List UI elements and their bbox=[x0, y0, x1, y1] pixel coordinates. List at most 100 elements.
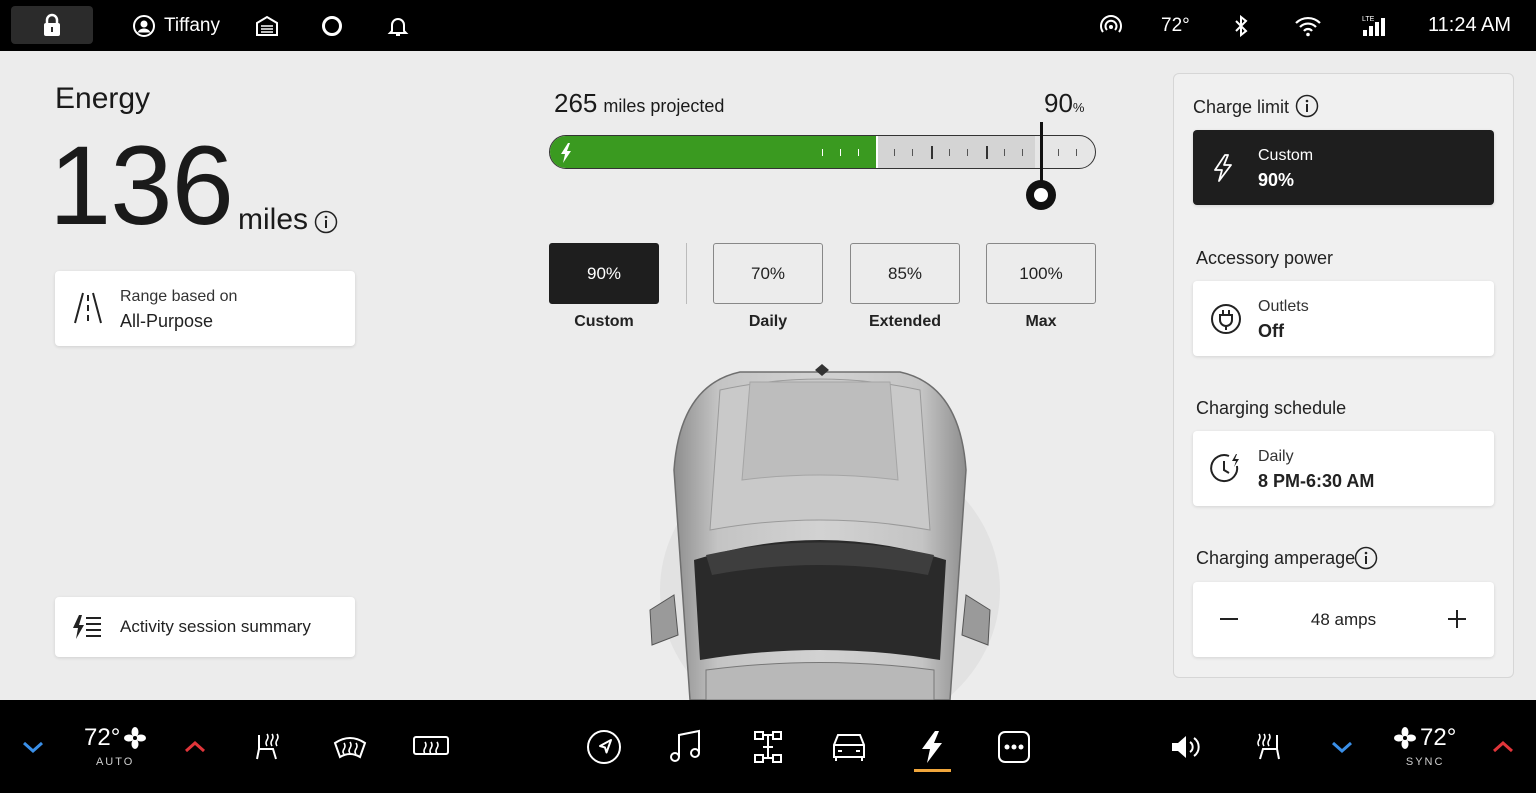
profile-name: Tiffany bbox=[164, 14, 220, 36]
info-icon bbox=[314, 210, 338, 234]
charge-limit-percent: 90% bbox=[1258, 170, 1295, 190]
wifi-icon bbox=[1295, 16, 1321, 36]
rear-defrost-button[interactable] bbox=[411, 700, 451, 793]
left-temp-down-button[interactable] bbox=[18, 700, 48, 793]
media-button[interactable] bbox=[666, 700, 706, 793]
defrost-rear-icon bbox=[413, 735, 449, 755]
road-icon bbox=[74, 292, 102, 324]
charge-level-fill bbox=[550, 136, 877, 168]
driver-seat-heat-button[interactable] bbox=[248, 700, 288, 793]
navigation-button[interactable] bbox=[584, 700, 624, 793]
charge-limit-handle-line[interactable] bbox=[1040, 122, 1043, 184]
preset-extended-button[interactable]: 85% bbox=[850, 243, 960, 304]
connectivity-icon bbox=[1100, 14, 1122, 33]
drive-modes-button[interactable] bbox=[748, 700, 788, 793]
preset-max-label: Max bbox=[1025, 313, 1057, 330]
info-icon[interactable] bbox=[1295, 94, 1319, 118]
fan-icon bbox=[1394, 727, 1416, 749]
preset-extended-label: Extended bbox=[868, 313, 941, 330]
range-mode-caption: Range based on bbox=[120, 288, 238, 305]
charge-limit-value: 90 bbox=[1044, 88, 1073, 118]
accessory-power-caption: Outlets bbox=[1258, 298, 1309, 315]
volume-icon bbox=[1172, 735, 1200, 758]
accessory-power-title: Accessory power bbox=[1196, 248, 1334, 268]
preset-max-button[interactable]: 100% bbox=[986, 243, 1096, 304]
bar-tick bbox=[986, 146, 988, 159]
alexa-icon bbox=[322, 15, 342, 36]
preset-divider bbox=[686, 243, 687, 304]
lte-label: LTE bbox=[1362, 16, 1375, 23]
energy-button[interactable] bbox=[912, 700, 952, 793]
climate-nav-bar: 72° AUTO 72° SYNC bbox=[0, 700, 1536, 793]
plus-icon[interactable] bbox=[1447, 609, 1467, 629]
wifi-status[interactable] bbox=[1294, 0, 1322, 51]
alexa-button[interactable] bbox=[320, 0, 344, 51]
lock-icon bbox=[44, 13, 60, 36]
vehicle-icon bbox=[833, 733, 865, 761]
preset-daily-button[interactable]: 70% bbox=[713, 243, 823, 304]
left-temp-up-button[interactable] bbox=[180, 700, 210, 793]
projected-range-label: miles projected bbox=[603, 96, 725, 116]
range-info-button[interactable] bbox=[314, 210, 338, 239]
preset-max-value: 100% bbox=[1019, 263, 1063, 283]
front-defrost-button[interactable] bbox=[330, 700, 370, 793]
accessory-power-card[interactable]: Outlets Off bbox=[1193, 281, 1494, 356]
activity-icon bbox=[73, 615, 101, 639]
signal-icon: LTE bbox=[1362, 16, 1385, 36]
charge-limit-slider-handle[interactable] bbox=[1026, 180, 1056, 210]
charge-limit-unit: % bbox=[1072, 100, 1085, 115]
chevron-up-icon bbox=[185, 740, 205, 752]
music-icon bbox=[670, 729, 700, 762]
preset-custom-label: Custom bbox=[574, 313, 634, 330]
fan-icon bbox=[124, 727, 147, 749]
charging-schedule-time: 8 PM-6:30 AM bbox=[1258, 471, 1375, 491]
right-climate-readout[interactable]: 72° SYNC bbox=[1394, 724, 1456, 768]
seat-heat-icon bbox=[1257, 733, 1280, 759]
defrost-front-icon bbox=[333, 736, 367, 758]
clock: 11:24 AM bbox=[1428, 0, 1511, 51]
connectivity-status[interactable] bbox=[1098, 0, 1124, 51]
left-climate-readout[interactable]: 72° AUTO bbox=[84, 724, 147, 768]
charge-limit-readout: 90 % bbox=[1044, 88, 1084, 119]
more-button[interactable] bbox=[994, 700, 1034, 793]
charging-bolt-icon bbox=[561, 143, 571, 163]
page-title: Energy bbox=[55, 82, 151, 115]
range-mode-card[interactable]: Range based on All-Purpose bbox=[55, 271, 355, 346]
left-climate-mode: AUTO bbox=[95, 756, 135, 768]
right-temp-down-button[interactable] bbox=[1327, 700, 1357, 793]
bluetooth-status[interactable] bbox=[1232, 0, 1250, 51]
garage-button[interactable] bbox=[255, 0, 279, 51]
accessory-power-status: Off bbox=[1258, 321, 1284, 341]
bar-tick bbox=[1022, 149, 1023, 156]
volume-button[interactable] bbox=[1166, 700, 1206, 793]
bluetooth-icon bbox=[1235, 14, 1248, 37]
profile-button[interactable]: Tiffany bbox=[132, 0, 220, 51]
projected-range: 265 miles projected bbox=[554, 88, 724, 119]
charging-schedule-caption: Daily bbox=[1258, 448, 1294, 465]
notifications-button[interactable] bbox=[386, 0, 410, 51]
right-climate-mode: SYNC bbox=[1405, 756, 1445, 768]
range-mode-value: All-Purpose bbox=[120, 311, 214, 331]
vehicle-button[interactable] bbox=[829, 700, 869, 793]
cellular-status: LTE bbox=[1360, 0, 1386, 51]
cabin-temperature-value: 72° bbox=[1161, 14, 1190, 36]
bar-tick bbox=[822, 149, 823, 156]
charge-limit-card[interactable]: Custom 90% bbox=[1193, 130, 1494, 205]
vehicle-illustration bbox=[649, 364, 1000, 700]
charging-schedule-card[interactable]: Daily 8 PM-6:30 AM bbox=[1193, 431, 1494, 506]
preset-custom-button[interactable]: 90% bbox=[549, 243, 659, 304]
right-temp-up-button[interactable] bbox=[1488, 700, 1518, 793]
lock-button[interactable] bbox=[11, 6, 93, 44]
passenger-seat-heat-button[interactable] bbox=[1248, 700, 1288, 793]
charging-amperage-stepper: 48 amps bbox=[1193, 582, 1494, 657]
projected-range-value: 265 bbox=[554, 88, 598, 118]
preset-custom-value: 90% bbox=[586, 263, 622, 283]
range-unit: miles bbox=[238, 203, 309, 236]
activity-summary-card[interactable]: Activity session summary bbox=[55, 597, 355, 657]
activity-summary-label: Activity session summary bbox=[120, 617, 311, 636]
outlet-icon bbox=[1211, 304, 1241, 334]
chevron-down-icon bbox=[23, 741, 43, 753]
bar-tick bbox=[894, 149, 895, 156]
bar-tick bbox=[858, 149, 859, 156]
info-icon[interactable] bbox=[1354, 546, 1378, 570]
